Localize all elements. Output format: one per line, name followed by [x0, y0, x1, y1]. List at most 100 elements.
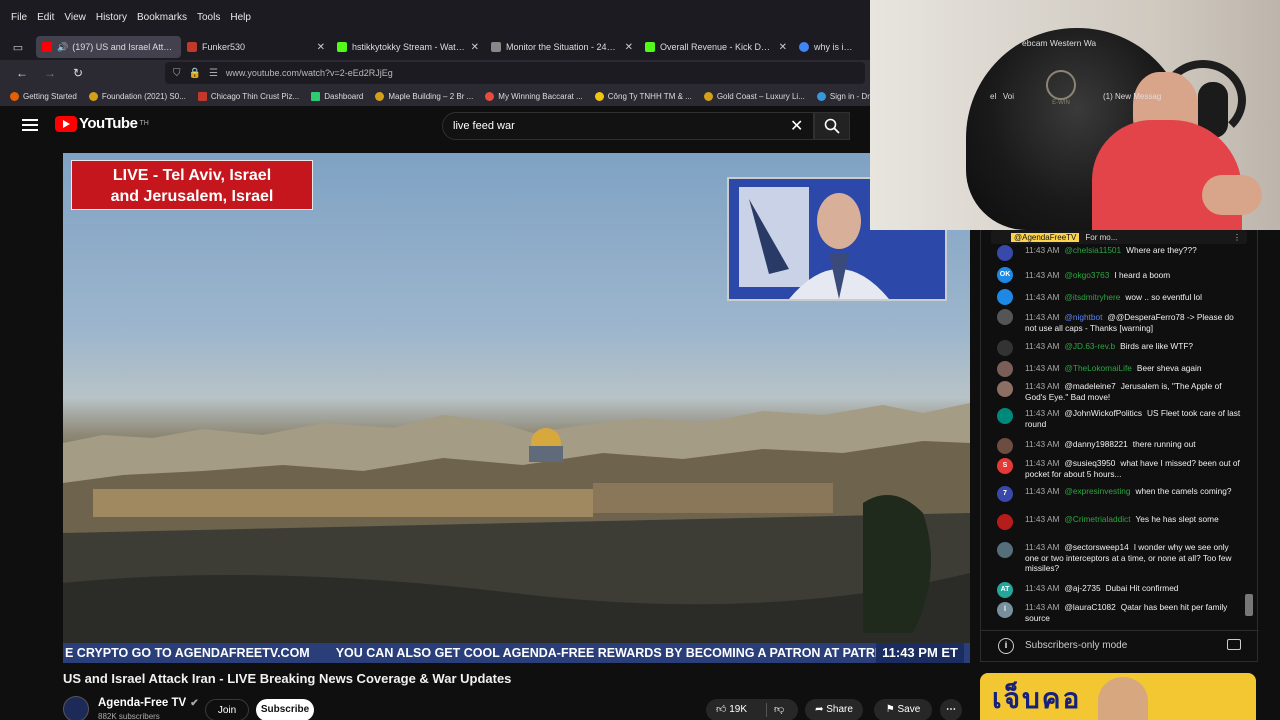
thumbs-up-icon: 👍︎ [716, 704, 727, 715]
chat-avatar[interactable]: OK [997, 267, 1013, 283]
funker-favicon-icon [187, 42, 197, 52]
more-options-icon[interactable]: ⋯ [940, 699, 962, 720]
bookmark-foundation[interactable]: Foundation (2021) S0... [88, 91, 186, 101]
tab-title: Overall Revenue - Kick Dashbo [660, 42, 775, 52]
reload-icon[interactable]: ↻ [66, 66, 90, 80]
chat-message: S 11:43 AM @susieq3950 what have I missed? … [981, 457, 1259, 485]
bookmarks-bar: Getting Started Foundation (2021) S0... … [0, 86, 870, 106]
tab-kick-stream[interactable]: hstikkytokky Stream - Watch Li ✕ [331, 36, 485, 58]
bookmark-baccarat[interactable]: My Winning Baccarat ... [485, 91, 583, 101]
bookmark-icon [197, 91, 207, 101]
bookmark-getting-started[interactable]: Getting Started [10, 91, 77, 101]
browser-menu-bar: File Edit View History Bookmarks Tools H… [0, 0, 870, 34]
tab-youtube[interactable]: 🔊 (197) US and Israel Attack I [36, 36, 181, 58]
search-button[interactable] [814, 112, 850, 140]
permissions-icon[interactable]: ☰ [209, 68, 218, 79]
join-button[interactable]: Join [205, 699, 249, 720]
chat-scrollbar[interactable] [1245, 594, 1253, 616]
chat-avatar[interactable]: l [997, 602, 1013, 618]
shield-icon[interactable]: ⛉ [173, 68, 181, 79]
back-icon[interactable]: ← [10, 66, 34, 80]
chair-logo-icon [1046, 70, 1076, 100]
subscribe-button[interactable]: Subscribe [256, 699, 314, 720]
more-vert-icon[interactable]: ⋮ [1233, 233, 1241, 242]
close-icon[interactable]: ✕ [317, 42, 325, 53]
pinned-message[interactable]: @AgendaFreeTV For mo... ⋮ [991, 230, 1247, 244]
tab-monitor[interactable]: Monitor the Situation - 24H Liv ✕ [485, 36, 639, 58]
bookmark-sign-in[interactable]: Sign in - Dre [816, 91, 870, 101]
tab-list-icon[interactable]: ▭ [0, 34, 36, 60]
emoji-keyboard-icon[interactable] [1227, 639, 1241, 650]
bookmark-chicago[interactable]: Chicago Thin Crust Piz... [197, 91, 299, 101]
chat-avatar[interactable]: S [997, 458, 1013, 474]
chat-avatar[interactable] [997, 381, 1013, 397]
news-ticker: E CRYPTO GO TO AGENDAFREETV.COM YOU CAN … [63, 643, 970, 663]
menu-bookmarks[interactable]: Bookmarks [137, 12, 187, 23]
channel-name-block[interactable]: Agenda-Free TV ✔ [98, 697, 199, 709]
video-player[interactable]: LIVE - Tel Aviv, Israel and Jerusalem, I… [63, 153, 970, 663]
lock-icon[interactable]: 🔒 [189, 68, 201, 79]
speaker-icon[interactable]: 🔊 [57, 42, 68, 53]
search-icon [824, 118, 840, 134]
tab-kick-dashboard[interactable]: Overall Revenue - Kick Dashbo ✕ [639, 36, 793, 58]
tab-funker[interactable]: Funker530 ✕ [181, 36, 331, 58]
chat-avatar[interactable] [997, 289, 1013, 305]
banner-line-1: LIVE - Tel Aviv, Israel [112, 167, 272, 184]
menu-file[interactable]: File [11, 12, 27, 23]
chat-avatar[interactable]: 7 [997, 486, 1013, 502]
sidebar-ad[interactable]: เจ็บคอ [980, 673, 1256, 720]
info-icon[interactable]: i [998, 637, 1014, 654]
bookmark-icon [594, 91, 604, 101]
like-dislike-group: 👍︎ 19K 👎︎ [706, 699, 798, 720]
close-icon[interactable]: ✕ [779, 42, 787, 53]
chat-message: 11:43 AM @nightbot @@DesperaFerro78 -> Ple… [981, 308, 1259, 339]
chat-avatar[interactable] [997, 309, 1013, 325]
live-location-banner: LIVE - Tel Aviv, Israel and Jerusalem, I… [71, 160, 313, 210]
chat-message: 11:43 AM @TheLokomaiLife Beer sheva again [981, 360, 1259, 380]
channel-avatar[interactable] [63, 696, 89, 720]
chat-message: AT 11:43 AM @aj-2735 Dubai Hit confirmed [981, 581, 1259, 601]
share-button[interactable]: ➦ Share [805, 699, 863, 720]
like-button[interactable]: 👍︎ 19K [716, 704, 747, 715]
thumbs-down-icon[interactable]: 👎︎ [774, 699, 784, 720]
chat-avatar[interactable] [997, 542, 1013, 558]
chat-avatar[interactable] [997, 408, 1013, 424]
chat-avatar[interactable] [997, 514, 1013, 530]
chat-message: 7 11:43 AM @expresinvesting when the camels… [981, 485, 1259, 513]
menu-help[interactable]: Help [230, 12, 251, 23]
chat-avatar[interactable] [997, 245, 1013, 261]
chat-message: OK 11:43 AM @okgo3763 I heard a boom [981, 266, 1259, 288]
close-icon[interactable]: ✕ [471, 42, 479, 53]
bookmark-dashboard[interactable]: Dashboard [311, 91, 363, 101]
bookmark-cong-ty[interactable]: Công Ty TNHH TM & ... [594, 91, 692, 101]
address-bar[interactable]: ⛉ 🔒 ☰ www.youtube.com/watch?v=2-eEd2RJjE… [165, 62, 865, 84]
tab-google[interactable]: why is iran [793, 36, 859, 58]
close-icon[interactable]: ✕ [625, 42, 633, 53]
youtube-logo[interactable]: YouTube TH [55, 115, 149, 132]
chat-avatar[interactable]: AT [997, 582, 1013, 598]
bookmark-icon [10, 91, 19, 101]
menu-edit[interactable]: Edit [37, 12, 54, 23]
forward-icon[interactable]: → [38, 66, 62, 80]
menu-icon[interactable] [22, 119, 38, 131]
like-count: 19K [729, 704, 748, 715]
tab-bar: ▭ 🔊 (197) US and Israel Attack I Funker5… [0, 34, 870, 60]
menu-view[interactable]: View [64, 12, 86, 23]
bookmark-gold-coast[interactable]: Gold Coast – Luxury Li... [703, 91, 805, 101]
chat-avatar[interactable] [997, 340, 1013, 356]
save-button[interactable]: ⚑ Save [874, 699, 932, 720]
bookmark-maple[interactable]: Maple Building – 2 Br ... [375, 91, 473, 101]
menu-tools[interactable]: Tools [197, 12, 220, 23]
monitor-favicon-icon [491, 42, 501, 52]
ticker-text-2: YOU CAN ALSO GET COOL AGENDA-FREE REWARD… [335, 646, 884, 660]
clear-search-icon[interactable]: ✕ [790, 116, 803, 136]
youtube-favicon-icon [42, 42, 52, 52]
bookmark-icon [311, 91, 321, 101]
tab-title: Monitor the Situation - 24H Liv [506, 42, 621, 52]
search-input[interactable]: live feed war [442, 112, 814, 140]
chat-footer: i Subscribers-only mode [981, 630, 1259, 660]
pinned-text: For mo... [1085, 232, 1118, 242]
menu-history[interactable]: History [96, 12, 127, 23]
chat-avatar[interactable] [997, 361, 1013, 377]
chat-avatar[interactable] [997, 438, 1013, 454]
